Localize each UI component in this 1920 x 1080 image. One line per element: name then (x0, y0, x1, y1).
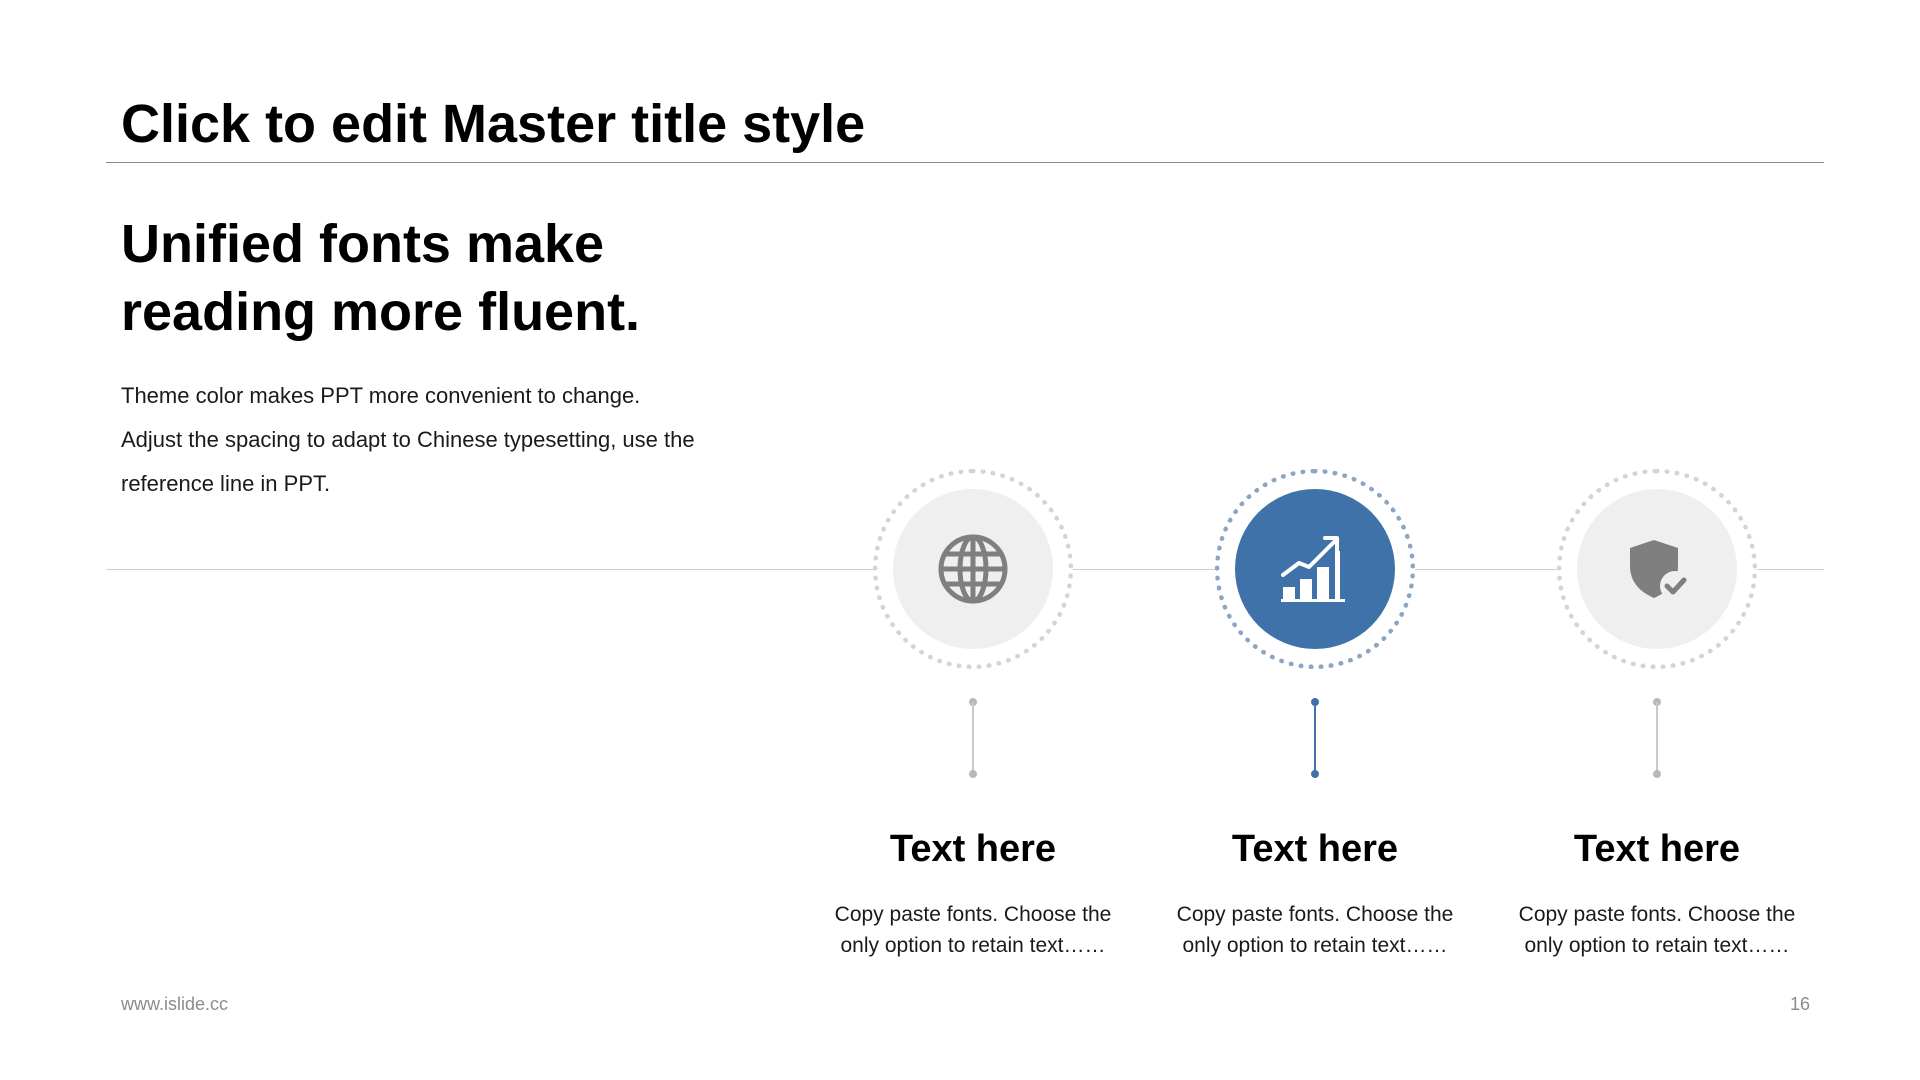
headline-line: reading more fluent. (121, 282, 641, 342)
connector-dot (1311, 770, 1319, 778)
footer-url: www.islide.cc (121, 994, 229, 1014)
step-title: Text here (889, 828, 1057, 870)
body-line: Adjust the spacing to adapt to Chinese t… (121, 427, 695, 452)
slide-title[interactable]: Click to edit Master title style (121, 92, 865, 156)
connector-line (972, 702, 974, 774)
step-title: Text here (1573, 828, 1741, 870)
step-title: Text here (1231, 828, 1399, 870)
growth-chart-icon (1281, 536, 1345, 602)
icon-disc (893, 489, 1053, 649)
body-line: reference line in PPT. (121, 471, 331, 496)
step-description: Copy paste fonts. Choose the only option… (1165, 899, 1465, 961)
step-description-line: only option to retain text…… (840, 934, 1106, 957)
title-divider (106, 162, 1824, 163)
step-description-line: only option to retain text…… (1524, 934, 1790, 957)
shield-check-icon (1630, 540, 1690, 601)
connector-dot (1653, 770, 1661, 778)
step-description-line: Copy paste fonts. Choose the (1176, 903, 1454, 926)
globe-icon (938, 534, 1008, 604)
body-line: Theme color makes PPT more convenient to… (121, 383, 641, 408)
icon-disc (1235, 489, 1395, 649)
step-card-2: Text here Copy paste fonts. Choose the o… (1165, 469, 1465, 969)
icon-disc (1577, 489, 1737, 649)
headline: Unified fonts make reading more fluent. (121, 210, 640, 346)
step-description-line: Copy paste fonts. Choose the (834, 903, 1112, 926)
step-description-line: Copy paste fonts. Choose the (1518, 903, 1796, 926)
page-number: 16 (1789, 994, 1810, 1014)
step-description-line: only option to retain text…… (1182, 934, 1448, 957)
step-description: Copy paste fonts. Choose the only option… (823, 899, 1123, 961)
headline-line: Unified fonts make (121, 214, 605, 274)
step-card-1: Text here Copy paste fonts. Choose the o… (823, 469, 1123, 969)
connector-line (1656, 702, 1658, 774)
body-text: Theme color makes PPT more convenient to… (121, 374, 695, 506)
connector-line (1314, 702, 1316, 774)
connector-dot (969, 770, 977, 778)
step-description: Copy paste fonts. Choose the only option… (1507, 899, 1807, 961)
step-card-3: Text here Copy paste fonts. Choose the o… (1507, 469, 1807, 969)
